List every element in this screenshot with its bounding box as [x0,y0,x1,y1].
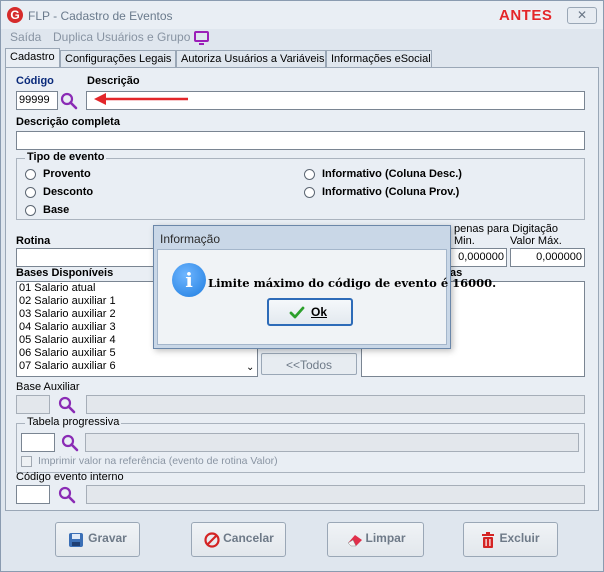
ok-label: Ok [311,305,328,319]
descricao-label: Descrição [87,75,140,87]
min-label: Min. [454,235,475,247]
gravar-button[interactable]: Gravar [55,522,140,557]
imprimir-label: Imprimir valor na referência (evento de … [38,455,278,467]
tipo-evento-group: Tipo de evento Provento Desconto Base In… [16,151,585,220]
cancelar-label: Cancelar [223,531,274,545]
gravar-label: Gravar [88,531,127,545]
tabela-progressiva-code[interactable] [21,433,55,452]
close-button[interactable]: ✕ [567,7,597,24]
app-logo-icon: G [7,7,23,23]
tipo-evento-label: Tipo de evento [25,151,107,163]
min-value-input[interactable]: 0,000000 [450,248,507,267]
info-dialog: Informação i Limite máximo do código de … [153,225,496,349]
dialog-body: i Limite máximo do código de evento é 16… [157,249,496,345]
descricao-completa-label: Descrição completa [16,116,120,128]
menu-duplica-usuarios[interactable]: Duplica Usuários e Grupo [53,30,190,44]
list-scroll-down-icon[interactable]: ⌄ [246,362,254,373]
tabela-progressiva-group: Tabela progressiva Imprimir valor na ref… [16,416,585,473]
base-auxiliar-label: Base Auxiliar [16,381,80,393]
excluir-button[interactable]: Excluir [463,522,558,557]
search-codigo-interno-icon[interactable] [58,486,76,504]
title-bar: G FLP - Cadastro de Eventos ANTES ✕ [1,1,603,29]
window-title: FLP - Cadastro de Eventos [28,9,173,23]
radio-informativo-desc[interactable] [304,169,315,180]
bases-disponiveis-label: Bases Disponíveis [16,267,114,279]
base-auxiliar-desc [86,395,585,414]
rotina-input[interactable] [16,248,156,267]
cancelar-button[interactable]: Cancelar [191,522,286,557]
tab-cadastro[interactable]: Cadastro [5,48,60,69]
dialog-message: Limite máximo do código de evento é 1600… [208,276,497,290]
codigo-label: Código [16,75,54,87]
codigo-input[interactable]: 99999 [16,91,58,110]
descricao-completa-input[interactable] [16,131,585,150]
menu-saida[interactable]: Saída [10,30,41,44]
remove-all-button[interactable]: <<Todos [261,353,357,375]
search-codigo-icon[interactable] [60,92,78,110]
search-base-auxiliar-icon[interactable] [58,396,76,414]
codigo-evento-interno-code[interactable] [16,485,50,504]
radio-informativo-prov[interactable] [304,187,315,198]
tabela-progressiva-desc [85,433,579,452]
codigo-evento-interno-label: Código evento interno [16,471,124,483]
limpar-label: Limpar [365,531,406,545]
tab-configuracoes-legais[interactable]: Configurações Legais [60,50,176,68]
excluir-label: Excluir [499,531,540,545]
radio-base[interactable] [25,205,36,216]
list-item[interactable]: 07 Salario auxiliar 6 [17,360,257,373]
antes-tag: ANTES [499,7,553,24]
checkmark-icon [289,306,305,319]
main-window: G FLP - Cadastro de Eventos ANTES ✕ Saíd… [0,0,604,572]
dialog-title: Informação [160,232,221,246]
limpar-button[interactable]: Limpar [327,522,424,557]
radio-informativo-desc-label: Informativo (Coluna Desc.) [322,168,462,180]
max-label: Valor Máx. [510,235,562,247]
ok-button[interactable]: Ok [267,298,353,326]
search-tabela-progressiva-icon[interactable] [61,434,79,452]
screen-icon[interactable] [194,31,209,45]
radio-base-label: Base [43,204,70,216]
codigo-evento-interno-desc [86,485,585,504]
red-arrow-annotation [94,93,188,105]
imprimir-checkbox[interactable] [21,456,32,467]
rotina-label: Rotina [16,235,51,247]
info-icon: i [172,263,206,297]
menu-bar: Saída Duplica Usuários e Grupo [1,29,603,47]
radio-desconto[interactable] [25,187,36,198]
base-auxiliar-code[interactable] [16,395,50,414]
max-value-input[interactable]: 0,000000 [510,248,585,267]
radio-desconto-label: Desconto [43,186,94,198]
radio-provento-label: Provento [43,168,91,180]
remove-all-label: <<Todos [285,358,333,372]
radio-provento[interactable] [25,169,36,180]
tab-informacoes-esocial[interactable]: Informações eSocial [326,50,432,68]
tab-autoriza-usuarios[interactable]: Autoriza Usuários a Variáveis [176,50,326,68]
apenas-digitacao-label: penas para Digitação [454,223,558,235]
radio-informativo-prov-label: Informativo (Coluna Prov.) [322,186,460,198]
tabela-progressiva-label: Tabela progressiva [25,416,122,428]
